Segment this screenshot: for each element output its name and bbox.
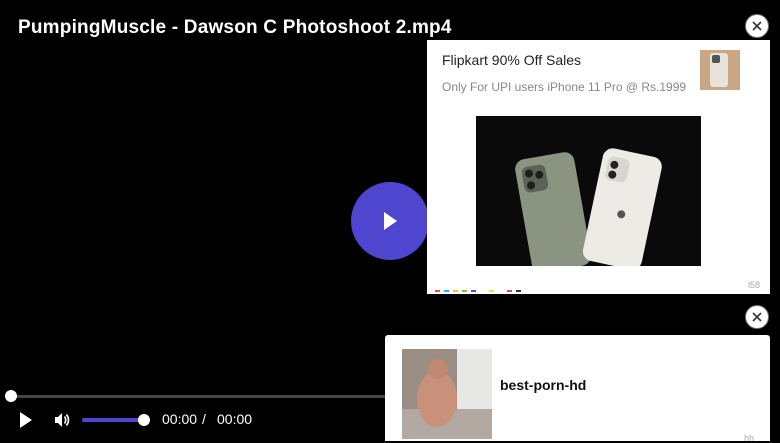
play-button[interactable] (15, 409, 37, 431)
volume-icon (55, 413, 70, 427)
volume-button[interactable] (51, 409, 73, 431)
ad-title[interactable]: Flipkart 90% Off Sales (442, 52, 581, 68)
ad-thumbnail[interactable] (700, 50, 740, 90)
ad-image[interactable] (402, 349, 492, 439)
volume-slider[interactable] (82, 418, 144, 422)
time-separator: / (202, 411, 206, 427)
close-icon (752, 21, 762, 31)
ad-panel-top[interactable]: Flipkart 90% Off Sales Only For UPI user… (427, 40, 770, 294)
ad-image[interactable] (476, 116, 701, 266)
ad-label[interactable]: best-porn-hd (500, 377, 586, 393)
ad-corner-label: hh (743, 433, 754, 443)
progress-handle[interactable] (5, 390, 17, 402)
ad-description[interactable]: Only For UPI users iPhone 11 Pro @ Rs.19… (442, 80, 686, 94)
close-ad-top-button[interactable] (745, 14, 769, 38)
current-time: 00:00 (162, 411, 198, 427)
ad-corner-label: l58 (747, 280, 760, 290)
big-play-button[interactable] (351, 182, 429, 260)
duration: 00:00 (217, 411, 253, 427)
play-icon (384, 212, 397, 230)
close-ad-bottom-button[interactable] (745, 305, 769, 329)
phone-thumbnail-image (700, 50, 740, 90)
ad-indicator-dots (435, 290, 521, 292)
ad-photo (402, 349, 492, 439)
video-title: PumpingMuscle - Dawson C Photoshoot 2.mp… (18, 17, 452, 38)
ad-panel-bottom[interactable]: best-porn-hd hh (385, 335, 770, 443)
volume-handle[interactable] (138, 414, 150, 426)
play-icon (20, 412, 32, 428)
close-icon (752, 312, 762, 322)
phones-image (476, 116, 701, 266)
